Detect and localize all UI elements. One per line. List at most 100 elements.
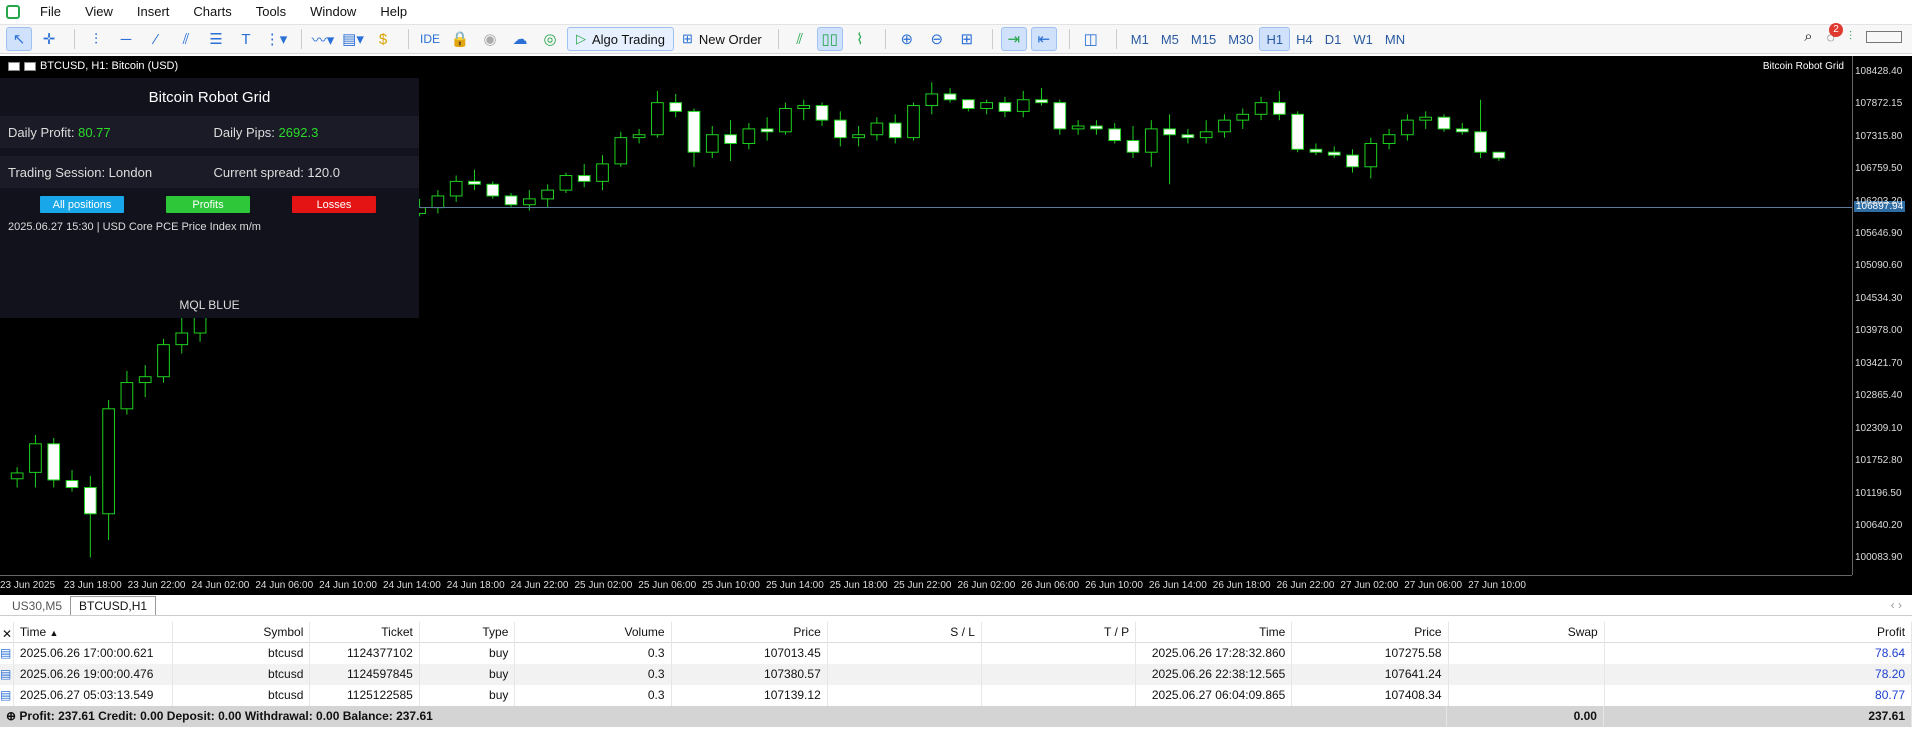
row-tp	[982, 664, 1137, 685]
menu-view[interactable]: View	[73, 0, 125, 24]
row-volume: 0.3	[515, 685, 672, 706]
zoom-out-icon[interactable]: ⊖	[924, 27, 950, 51]
candle	[1327, 146, 1341, 159]
table-row[interactable]: ▤ 2025.06.27 05:03:13.549 btcusd 1125122585…	[0, 685, 1912, 706]
candle	[120, 370, 134, 415]
profits-button[interactable]: Profits	[166, 196, 250, 213]
table-row[interactable]: ▤ 2025.06.26 19:00:00.476 btcusd 1124597845…	[0, 664, 1912, 685]
tf-d1[interactable]: D1	[1319, 27, 1348, 51]
symbol-flag-icon	[24, 61, 36, 71]
losses-button[interactable]: Losses	[292, 196, 376, 213]
tf-mn[interactable]: MN	[1379, 27, 1411, 51]
summary-text: ⊕ Profit: 237.61 Credit: 0.00 Deposit: 0…	[0, 706, 1448, 727]
col-type[interactable]: Type	[420, 621, 516, 643]
tab-btcusd[interactable]: BTCUSD,H1	[70, 596, 157, 615]
signal-icon[interactable]: ◉	[477, 27, 503, 51]
tf-w1[interactable]: W1	[1347, 27, 1379, 51]
chart-shift-icon[interactable]: ⇤	[1030, 27, 1057, 51]
text-icon[interactable]: T	[233, 27, 259, 51]
indicators-icon[interactable]: 〰▾	[310, 27, 336, 51]
candle	[1163, 114, 1176, 185]
robot-grid-panel: Bitcoin Robot Grid Daily Profit: 80.77 D…	[0, 78, 419, 318]
col-price[interactable]: Price	[672, 621, 828, 643]
channel-icon[interactable]: ⫽	[173, 27, 199, 51]
expand-icon[interactable]: ⊕	[6, 709, 16, 723]
col-volume[interactable]: Volume	[515, 621, 672, 643]
notifications-icon[interactable]: ◌ 2	[1827, 22, 1843, 45]
autoscroll-icon[interactable]: ⇥	[1000, 27, 1027, 51]
daily-pips: Daily Pips: 2692.3	[214, 125, 420, 140]
templates-icon[interactable]: ▤▾	[340, 27, 366, 51]
horizontal-line-icon[interactable]: ─	[113, 27, 139, 51]
fibonacci-icon[interactable]: ☰	[203, 27, 229, 51]
candle	[47, 437, 61, 488]
menu-file[interactable]: File	[28, 0, 73, 24]
candle	[1199, 120, 1213, 144]
candle	[1382, 128, 1396, 150]
candle	[925, 82, 939, 115]
trendline-icon[interactable]: ⁄	[143, 27, 169, 51]
col-time[interactable]: Time ▲	[14, 621, 174, 643]
tf-m1[interactable]: M1	[1125, 27, 1155, 51]
toolbar-right: ⌕ ◌ 2 ⫶	[1804, 22, 1902, 45]
menu-charts[interactable]: Charts	[181, 0, 243, 24]
ide-button[interactable]: IDE	[417, 27, 443, 51]
tf-m5[interactable]: M5	[1155, 27, 1185, 51]
candlestick-icon[interactable]: ▯▯	[816, 27, 843, 51]
daily-profit: Daily Profit: 80.77	[8, 125, 214, 140]
col-swap[interactable]: Swap	[1449, 621, 1605, 643]
tab-scroll-icon[interactable]: ‹ ›	[1891, 598, 1902, 612]
tf-h1[interactable]: H1	[1259, 27, 1291, 51]
algo-trading-button[interactable]: ▷ Algo Trading	[567, 27, 674, 51]
connection-bar-icon	[1866, 30, 1902, 43]
row-close-time: 2025.06.26 17:28:32.860	[1136, 643, 1293, 664]
tile-icon[interactable]: ⊞	[954, 27, 980, 51]
shapes-icon[interactable]: ⋮▾	[263, 27, 289, 51]
row-close-price: 107275.58	[1292, 643, 1449, 664]
crosshair-icon[interactable]: ✛	[36, 27, 62, 51]
vps-icon[interactable]: ◎	[537, 27, 563, 51]
history-table: Time ▲ Symbol Ticket Type Volume Price S…	[0, 621, 1912, 727]
price-chart[interactable]: 106897.94 BTCUSD, H1: Bitcoin (USD) Bitc…	[0, 56, 1912, 595]
col-ticket[interactable]: Ticket	[310, 621, 420, 643]
menu-window[interactable]: Window	[298, 0, 368, 24]
trading-session: Trading Session: London	[8, 164, 153, 180]
row-price: 107380.57	[672, 664, 828, 685]
col-close-price[interactable]: Price	[1292, 621, 1449, 643]
time-tick: 25 Jun 14:00	[765, 580, 824, 591]
time-tick: 26 Jun 02:00	[957, 580, 1016, 591]
row-ticket: 1124377102	[310, 643, 420, 664]
dollar-icon[interactable]: $	[370, 27, 396, 51]
col-sl[interactable]: S / L	[828, 621, 982, 643]
vertical-line-icon[interactable]: ⫶	[83, 27, 109, 51]
col-symbol[interactable]: Symbol	[173, 621, 311, 643]
table-body: ▤ 2025.06.26 17:00:00.621 btcusd 1124377102…	[0, 643, 1912, 706]
table-row[interactable]: ▤ 2025.06.26 17:00:00.621 btcusd 1124377102…	[0, 643, 1912, 664]
line-chart-icon[interactable]: ⌇	[847, 27, 873, 51]
screenshot-icon[interactable]: ◫	[1078, 27, 1104, 51]
lock-icon[interactable]: 🔒	[447, 27, 473, 51]
all-positions-button[interactable]: All positions	[40, 196, 124, 213]
zoom-in-icon[interactable]: ⊕	[894, 27, 920, 51]
bar-chart-icon[interactable]: ⫽	[787, 27, 813, 51]
row-close-price: 107641.24	[1292, 664, 1449, 685]
tf-m15[interactable]: M15	[1185, 27, 1222, 51]
tab-us30[interactable]: US30,M5	[4, 597, 70, 615]
menu-help[interactable]: Help	[368, 0, 419, 24]
time-tick: 23 Jun 18:00	[63, 580, 122, 591]
col-close-time[interactable]: Time	[1136, 621, 1293, 643]
ea-name: Bitcoin Robot Grid	[1762, 61, 1844, 72]
menu-tools[interactable]: Tools	[244, 0, 298, 24]
cursor-icon[interactable]: ↖	[6, 27, 32, 51]
search-icon[interactable]: ⌕	[1804, 28, 1812, 45]
time-tick: 26 Jun 10:00	[1085, 580, 1143, 591]
tf-h4[interactable]: H4	[1290, 27, 1319, 51]
new-order-button[interactable]: ⊞ New Order	[674, 27, 770, 51]
candle	[486, 181, 500, 199]
tf-m30[interactable]: M30	[1222, 27, 1259, 51]
menu-insert[interactable]: Insert	[125, 0, 182, 24]
signal-strength-icon: ⫶	[1848, 29, 1852, 43]
col-tp[interactable]: T / P	[982, 621, 1137, 643]
cloud-icon[interactable]: ☁	[507, 27, 533, 51]
col-profit[interactable]: Profit	[1605, 621, 1912, 643]
